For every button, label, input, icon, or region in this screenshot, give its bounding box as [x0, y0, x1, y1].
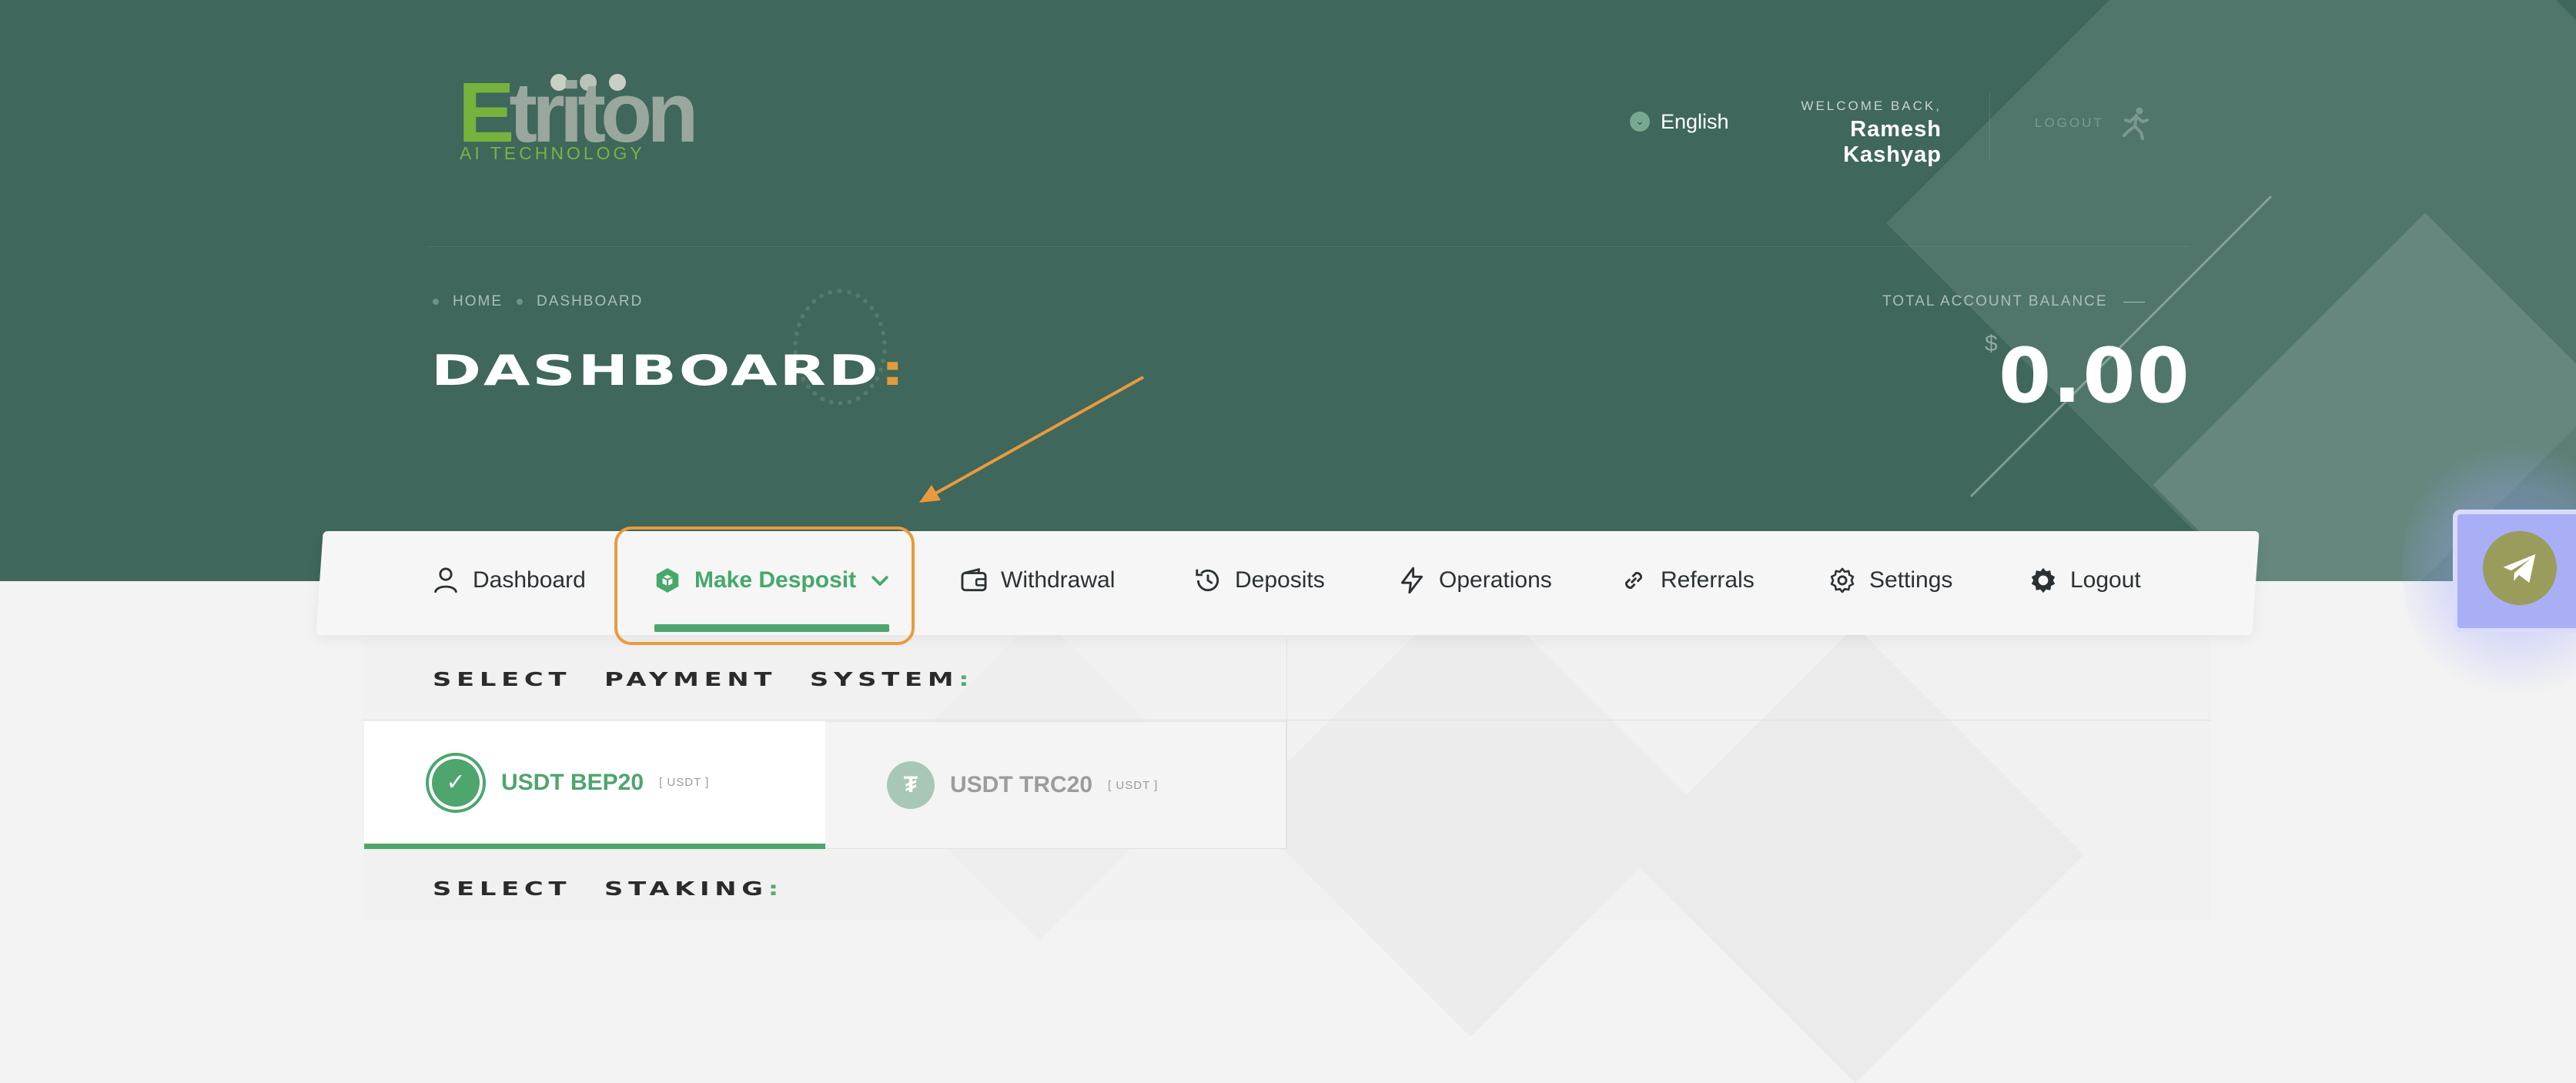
gear-icon	[1830, 567, 1855, 593]
nav-dashboard[interactable]: Dashboard	[431, 557, 586, 603]
nav-referrals[interactable]: Referrals	[1619, 557, 1755, 603]
annotation-arrow	[919, 376, 1144, 503]
nav-label: Withdrawal	[1001, 567, 1116, 593]
language-label: English	[1661, 109, 1729, 133]
runner-icon	[2122, 107, 2149, 140]
wallet-icon	[961, 567, 987, 592]
balance-value: 0.00	[1999, 333, 2191, 420]
nav-deposits[interactable]: Deposits	[1193, 557, 1325, 603]
gear-icon	[2031, 567, 2056, 593]
balance-currency: $	[1985, 331, 1998, 356]
payment-name: USDT BEP20	[501, 769, 644, 795]
nav-label: Deposits	[1235, 567, 1325, 593]
balance-label: TOTAL ACCOUNT BALANCE	[1882, 293, 2108, 309]
history-icon	[1196, 569, 1219, 592]
breadcrumb-current: DASHBOARD	[537, 293, 644, 309]
brand-logo[interactable]: Etriton AI TECHNOLOGY	[458, 71, 698, 171]
nav-settings[interactable]: Settings	[1828, 557, 1952, 603]
header-banner	[0, 0, 2576, 581]
payment-option-usdt-bep20[interactable]: ✓ USDT BEP20 [ USDT ]	[364, 721, 825, 849]
annotation-highlight-box	[614, 526, 915, 645]
link-icon	[1625, 572, 1642, 589]
lightning-icon	[1400, 567, 1423, 594]
nav-operations[interactable]: Operations	[1397, 557, 1552, 603]
logout-label: LOGOUT	[2035, 115, 2104, 130]
breadcrumb: HOME DASHBOARD	[433, 293, 643, 310]
chevron-down-icon: ⌄	[1630, 112, 1650, 132]
user-icon	[434, 567, 457, 593]
staking-section-title: SELECT STAKING:	[433, 877, 785, 900]
payment-option-usdt-trc20[interactable]: ₮ USDT TRC20 [ USDT ]	[825, 721, 1286, 849]
payment-name: USDT TRC20	[950, 772, 1093, 797]
balance-label-line	[2123, 302, 2145, 303]
header-logout-button[interactable]: LOGOUT	[2035, 106, 2150, 140]
payment-section-title: SELECT PAYMENT SYSTEM:	[433, 668, 975, 690]
nav-logout[interactable]: Logout	[2029, 557, 2141, 603]
payment-tag: [ USDT ]	[1108, 778, 1159, 792]
breadcrumb-dot	[433, 299, 439, 305]
page-title: DASHBOARD:	[431, 346, 907, 395]
nav-withdrawal[interactable]: Withdrawal	[959, 557, 1115, 603]
header-divider	[427, 246, 2190, 247]
user-name: Ramesh Kashyap	[1843, 117, 1942, 167]
breadcrumb-dot	[517, 299, 523, 305]
welcome-label: WELCOME BACK,	[1801, 99, 1942, 113]
nav-label: Dashboard	[473, 567, 586, 593]
header-separator	[1989, 92, 1990, 160]
logo-subtitle: AI TECHNOLOGY	[460, 143, 645, 163]
content-divider	[1286, 639, 1287, 849]
nav-label: Referrals	[1661, 567, 1755, 593]
telegram-button[interactable]	[2483, 531, 2557, 605]
check-icon: ✓	[426, 752, 486, 813]
payment-tag: [ USDT ]	[659, 776, 710, 789]
language-selector[interactable]: ⌄ English	[1630, 110, 1729, 133]
breadcrumb-home[interactable]: HOME	[453, 293, 503, 310]
nav-label: Settings	[1869, 567, 1953, 593]
nav-label: Logout	[2070, 567, 2141, 593]
tether-icon: ₮	[887, 761, 935, 809]
nav-label: Operations	[1439, 567, 1552, 593]
welcome-block: WELCOME BACK, Ramesh Kashyap	[1771, 99, 1942, 168]
telegram-icon	[2503, 554, 2536, 583]
